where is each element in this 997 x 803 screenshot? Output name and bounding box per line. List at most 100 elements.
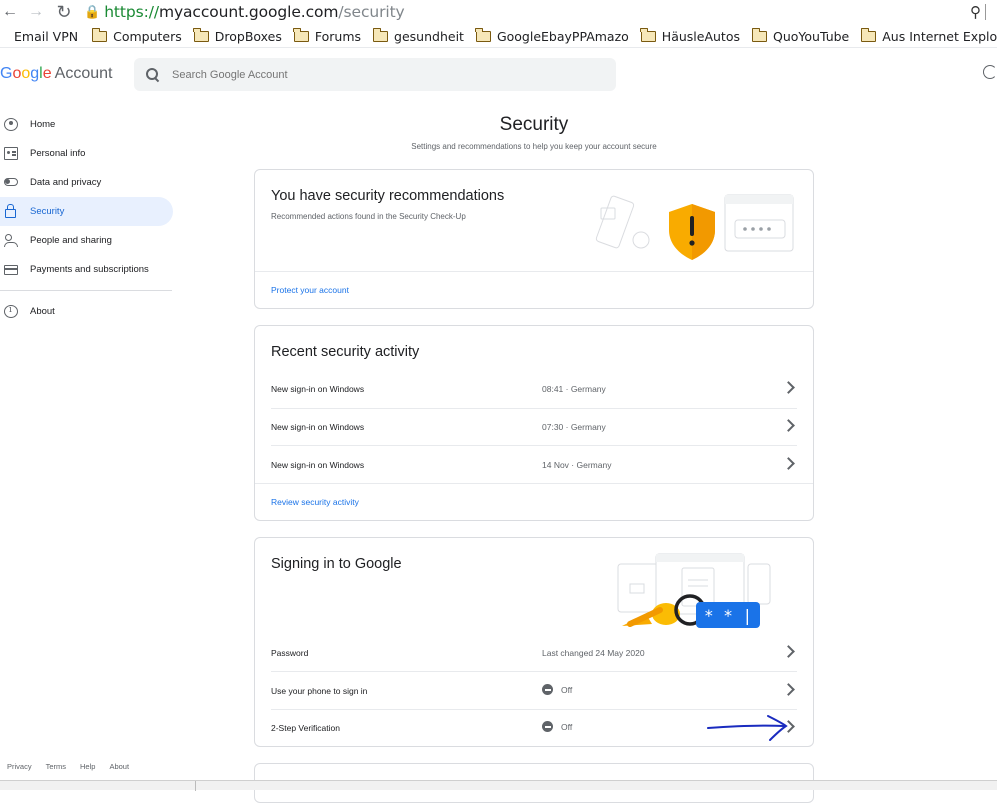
lock-icon xyxy=(5,204,16,218)
sidebar-item-security[interactable]: Security xyxy=(0,197,173,226)
search-icon xyxy=(146,67,160,82)
bookmark-folder-computers[interactable]: Computers xyxy=(88,28,186,44)
lock-icon: 🔒 xyxy=(84,4,101,19)
payment-card-icon xyxy=(4,265,18,275)
bookmark-label: Email VPN xyxy=(14,29,79,44)
row-divider xyxy=(271,408,797,409)
sidebar-divider xyxy=(0,290,172,291)
chevron-right-icon xyxy=(782,645,795,658)
bookmarks-bar: Email VPN Computers DropBoxes Forums ges… xyxy=(0,26,997,48)
product-name: Account xyxy=(54,65,113,82)
folder-icon xyxy=(193,28,209,42)
sidebar-item-about[interactable]: About xyxy=(0,297,175,326)
footer-links: Privacy Terms Help About xyxy=(7,762,143,771)
google-brand: Google xyxy=(0,65,52,82)
bookmark-label: Forums xyxy=(314,29,362,44)
bookmark-email-vpn[interactable]: Email VPN xyxy=(0,29,82,44)
page-title: Security xyxy=(499,114,569,135)
chevron-right-icon xyxy=(782,457,795,470)
sidebar-item-payments[interactable]: Payments and subscriptions xyxy=(0,255,175,284)
sidebar-item-label: Home xyxy=(30,119,56,130)
sidebar-item-data-privacy[interactable]: Data and privacy xyxy=(0,168,175,197)
folder-icon xyxy=(860,28,877,42)
sidebar-item-label: About xyxy=(30,306,55,317)
folder-icon xyxy=(475,28,491,42)
setting-label: Password xyxy=(271,648,309,658)
bookmark-folder-dropboxes[interactable]: DropBoxes xyxy=(190,28,286,44)
zoom-icon[interactable]: ⚲ xyxy=(970,3,981,21)
url-scheme: https:// xyxy=(104,3,159,21)
sidebar-item-label: Personal info xyxy=(30,148,86,159)
setting-value: Last changed 24 May 2020 xyxy=(542,648,645,658)
folder-icon xyxy=(372,28,389,42)
shield-warning-illustration xyxy=(595,194,794,260)
bookmark-label: QuoYouTube xyxy=(773,29,850,44)
activity-value: 14 Nov · Germany xyxy=(542,460,612,470)
setting-label: 2-Step Verification xyxy=(271,723,340,733)
chevron-right-icon xyxy=(782,381,795,394)
bookmark-label: Computers xyxy=(113,29,182,44)
card-divider xyxy=(255,271,813,272)
url-path: /security xyxy=(338,3,405,21)
recent-activity-card: Recent security activity New sign-in on … xyxy=(254,325,814,521)
page-subtitle: Settings and recommendations to help you… xyxy=(411,142,657,151)
activity-value: 08:41 · Germany xyxy=(542,384,606,394)
password-mask: * * | xyxy=(704,606,752,625)
sidebar-nav: Home Personal info Data and privacy Secu… xyxy=(0,110,175,326)
footer-privacy-link[interactable]: Privacy xyxy=(7,762,32,771)
bookmark-folder-ie[interactable]: Aus Internet Explorer i xyxy=(857,28,997,44)
url-host: myaccount.google.com xyxy=(158,3,339,21)
window-bottom-bar xyxy=(0,780,997,791)
protect-account-link[interactable]: Protect your account xyxy=(271,285,349,295)
sidebar-item-label: Data and privacy xyxy=(30,177,102,188)
info-icon xyxy=(4,305,18,318)
annotation-arrow xyxy=(707,715,788,741)
chevron-right-icon xyxy=(782,419,795,432)
browser-address-bar: ← → ↻ 🔒 https://myaccount.google.com/sec… xyxy=(0,0,997,24)
setting-status: Off xyxy=(542,721,572,732)
footer-help-link[interactable]: Help xyxy=(80,762,95,771)
setting-label: Use your phone to sign in xyxy=(271,686,368,696)
status-text: Off xyxy=(561,684,573,695)
review-security-activity-link[interactable]: Review security activity xyxy=(271,497,359,507)
footer-about-link[interactable]: About xyxy=(109,762,129,771)
key-password-illustration: * * | xyxy=(617,553,771,628)
sidebar-item-people-sharing[interactable]: People and sharing xyxy=(0,226,175,255)
activity-label: New sign-in on Windows xyxy=(271,422,365,432)
bookmark-folder-quoyoutube[interactable]: QuoYouTube xyxy=(748,28,853,44)
sidebar-item-label: Payments and subscriptions xyxy=(30,264,149,275)
status-text: Off xyxy=(561,721,573,732)
bookmark-folder-forums[interactable]: Forums xyxy=(290,28,365,44)
personal-info-icon xyxy=(4,147,18,160)
off-status-icon xyxy=(542,684,553,695)
toggle-icon xyxy=(4,178,18,186)
bookmark-label: GoogleEbayPPAmazo xyxy=(496,29,629,44)
bookmark-folder-hausleautos[interactable]: HäusleAutos xyxy=(637,28,744,44)
sidebar-item-home[interactable]: Home xyxy=(0,110,175,139)
forward-icon[interactable]: → xyxy=(26,2,46,22)
people-icon xyxy=(4,234,18,247)
google-account-logo[interactable]: Google Account xyxy=(0,65,112,83)
row-divider xyxy=(271,445,797,446)
search-input[interactable] xyxy=(172,68,572,81)
card-divider xyxy=(255,483,813,484)
bookmark-label: HäusleAutos xyxy=(661,29,740,44)
app-header: Google Account xyxy=(0,50,997,100)
activity-label: New sign-in on Windows xyxy=(271,384,365,394)
bookmark-folder-gesundheit[interactable]: gesundheit xyxy=(369,28,468,44)
activity-value: 07:30 · Germany xyxy=(542,422,606,432)
folder-icon xyxy=(751,28,767,42)
sidebar-item-personal-info[interactable]: Personal info xyxy=(0,139,175,168)
url-field[interactable]: https://myaccount.google.com/security xyxy=(104,3,405,21)
reload-icon[interactable]: ↻ xyxy=(54,2,74,22)
bookmark-label: gesundheit xyxy=(394,29,464,44)
back-icon[interactable]: ← xyxy=(0,2,20,22)
home-icon xyxy=(4,118,18,131)
card-title: Signing in to Google xyxy=(271,556,402,572)
bookmark-label: Aus Internet Explorer i xyxy=(882,29,997,44)
help-icon[interactable] xyxy=(983,65,997,79)
bookmark-folder-googleebay[interactable]: GoogleEbayPPAmazo xyxy=(472,28,633,44)
search-box[interactable] xyxy=(134,58,616,91)
footer-terms-link[interactable]: Terms xyxy=(46,762,66,771)
sidebar-item-label: People and sharing xyxy=(30,235,112,246)
